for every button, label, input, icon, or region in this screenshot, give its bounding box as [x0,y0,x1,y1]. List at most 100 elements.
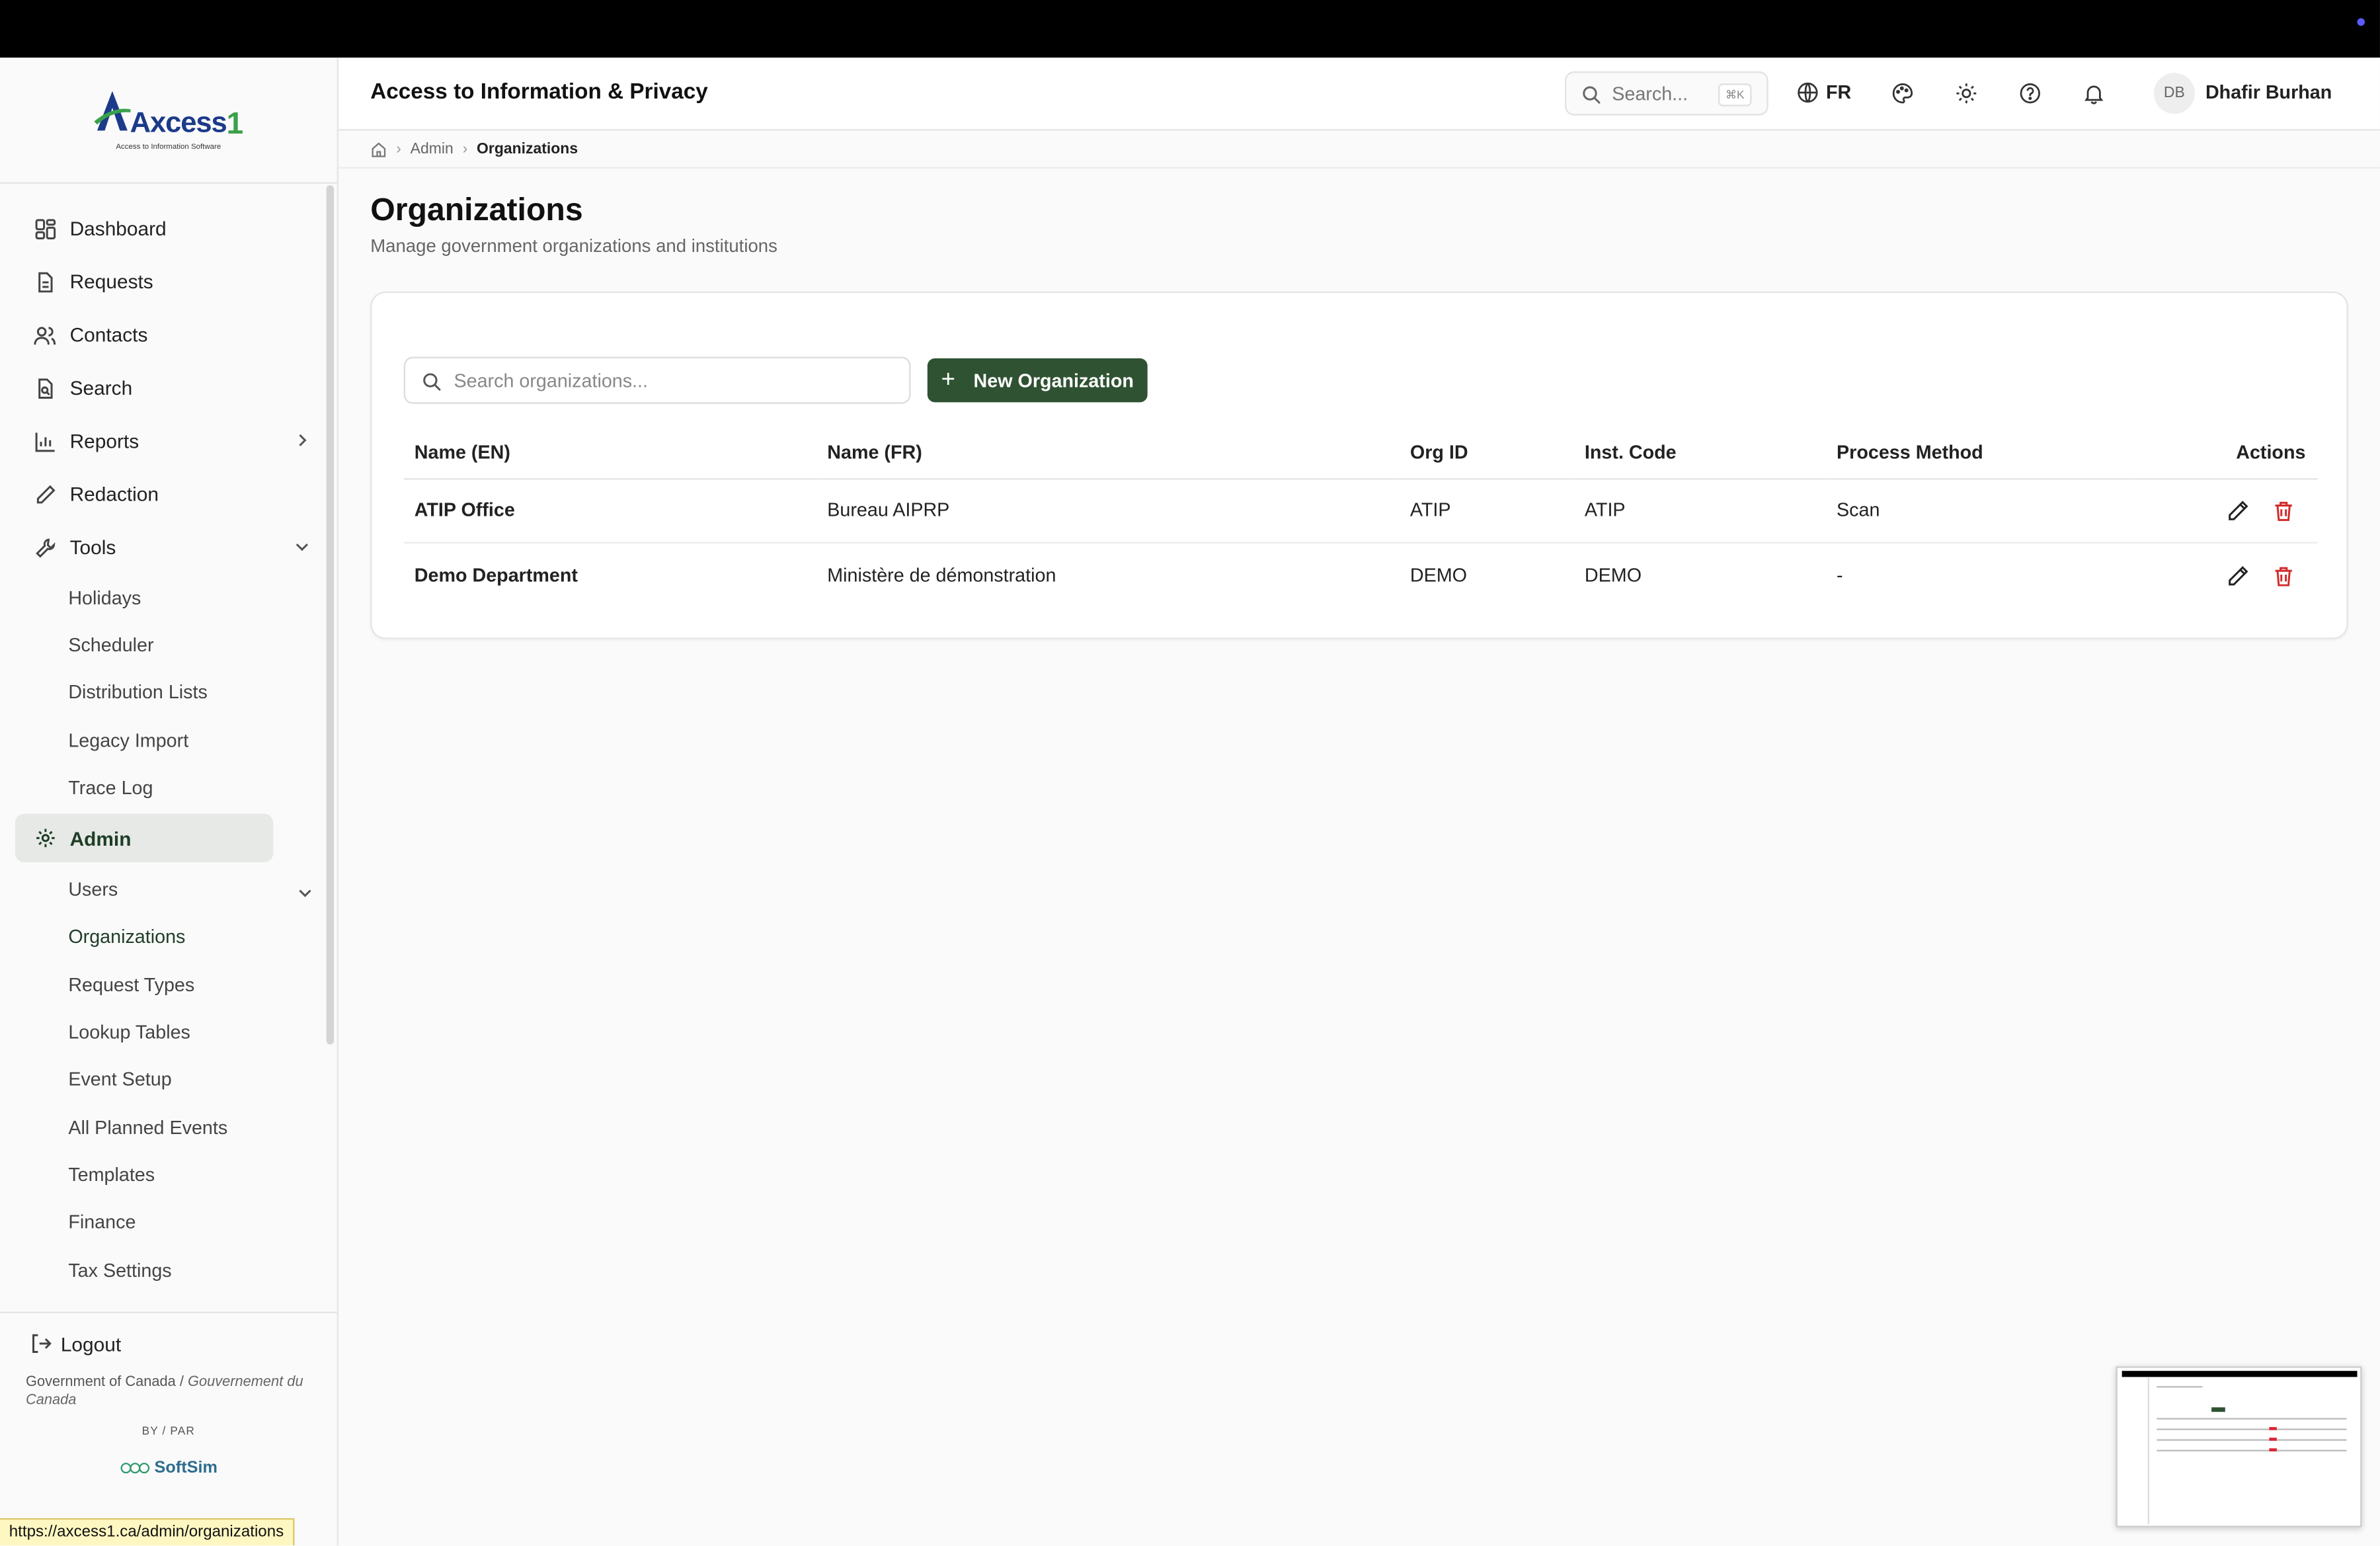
sidebar-nav: Dashboard Requests Contacts Search Repor… [0,202,327,1293]
table-row[interactable]: Demo Department Ministère de démonstrati… [404,543,2318,608]
logout-label: Logout [60,1332,122,1356]
page-title: Organizations [370,192,583,228]
sidebar-subitem-lookup-tables[interactable]: Lookup Tables [0,1008,327,1056]
column-header-process-method[interactable]: Process Method [1825,428,2130,479]
browser-top-bar [0,0,2380,58]
sidebar-subitem-scheduler[interactable]: Scheduler [0,622,327,669]
thumbnail-line [2157,1449,2347,1451]
sidebar-subitem-event-setup[interactable]: Event Setup [0,1056,327,1104]
logo-text: Axcess [130,108,227,140]
avatar[interactable]: DB [2153,73,2195,114]
sidebar-item-redaction[interactable]: Redaction [0,468,327,520]
pen-icon [34,483,56,505]
column-header-name-fr[interactable]: Name (FR) [816,428,1400,479]
cell-name-fr: Bureau AIPRP [816,478,1400,544]
sidebar-subitem-organizations[interactable]: Organizations [0,914,327,961]
cell-inst-code: ATIP [1573,478,1826,544]
edit-pencil-icon[interactable] [2227,564,2249,587]
thumbnail-mark [2269,1427,2277,1430]
thumbnail-topbar [2122,1371,2358,1377]
sidebar-item-requests[interactable]: Requests [0,255,327,308]
help-icon[interactable] [2016,79,2043,106]
new-organization-button[interactable]: + New Organization [927,358,1148,403]
sidebar-scrollbar[interactable] [326,185,335,1045]
sidebar-item-search[interactable]: Search [0,361,327,414]
sidebar-subitem-trace-log[interactable]: Trace Log [0,764,327,811]
indicator-dot [2357,18,2365,26]
organization-search-input[interactable]: Search organizations... [403,356,911,404]
sidebar-item-label: Requests [69,270,153,294]
gov-en: Government of Canada [26,1373,176,1391]
delete-trash-icon[interactable] [2272,564,2295,587]
app-logo[interactable]: Axcess 1 Access to Information Software [93,88,244,152]
sidebar: Axcess 1 Access to Information Software D… [0,58,338,1546]
cell-process-method: - [1837,565,1843,587]
thumbnail-mark [2269,1438,2277,1441]
sidebar-item-label: Admin [69,827,132,850]
breadcrumb-current: Organizations [477,141,578,158]
thumbnail-line [2157,1428,2347,1430]
edit-pencil-icon[interactable] [2227,499,2249,522]
logo-area[interactable]: Axcess 1 Access to Information Software [0,58,337,184]
cell-actions [2129,543,2318,608]
sidebar-subitem-templates[interactable]: Templates [0,1151,327,1199]
thumbnail-mark [2269,1448,2277,1451]
logo-subtitle: Access to Information Software [116,142,221,152]
cell-actions [2129,478,2318,544]
globe-icon [1797,82,1818,103]
logo-number: 1 [226,108,244,142]
language-toggle[interactable]: FR [1797,82,1851,103]
column-header-actions: Actions [2129,428,2318,479]
sidebar-subitem-tax-settings[interactable]: Tax Settings [0,1246,327,1294]
palette-icon[interactable] [1888,79,1915,106]
gov-separator: / [175,1373,188,1391]
document-icon [34,270,56,293]
bell-icon[interactable] [2079,79,2106,106]
logout-button[interactable]: Logout [0,1313,337,1374]
page-subtitle: Manage government organizations and inst… [370,235,777,257]
sidebar-subitem-request-types[interactable]: Request Types [0,961,327,1008]
sidebar-item-dashboard[interactable]: Dashboard [0,202,327,255]
sidebar-subitem-holidays[interactable]: Holidays [0,574,327,622]
cell-name-en: ATIP Office [403,478,817,544]
table-row[interactable]: ATIP Office Bureau AIPRP ATIP ATIP Scan [403,478,2318,544]
home-icon[interactable] [370,142,387,158]
users-icon [34,323,56,346]
chevron-down-icon[interactable] [293,538,311,556]
chevron-right-icon[interactable] [293,431,311,450]
sidebar-subitem-finance[interactable]: Finance [0,1199,327,1246]
global-search-input[interactable]: Search... ⌘K [1565,71,1768,116]
sidebar-subitem-users[interactable]: Users [0,866,327,914]
grid-icon [34,217,56,239]
sidebar-item-tools[interactable]: Tools [0,520,327,573]
screenshot-thumbnail[interactable] [2116,1366,2362,1527]
search-icon [422,372,442,391]
logout-icon [30,1333,52,1354]
sidebar-item-admin[interactable]: Admin [15,814,274,864]
sidebar-item-contacts[interactable]: Contacts [0,308,327,361]
breadcrumb-admin[interactable]: Admin [411,142,454,158]
column-header-inst-code[interactable]: Inst. Code [1573,428,1826,479]
language-label: FR [1825,81,1852,104]
chevron-down-icon[interactable] [296,882,315,901]
sidebar-subitem-distribution-lists[interactable]: Distribution Lists [0,669,327,717]
bar-chart-icon [34,430,56,452]
top-header: Access to Information & Privacy Search..… [338,58,2380,131]
user-name[interactable]: Dhafir Burhan [2205,82,2332,103]
column-header-org-id[interactable]: Org ID [1399,428,1574,479]
sidebar-subitem-legacy-import[interactable]: Legacy Import [0,716,327,764]
sun-icon[interactable] [1952,79,1979,106]
wrench-icon [34,536,56,558]
sidebar-item-label: Contacts [69,323,148,346]
sidebar-item-reports[interactable]: Reports [0,415,327,468]
sidebar-item-label: Tools [69,536,116,559]
cell-inst-code: DEMO [1584,565,1642,587]
column-header-name-en[interactable]: Name (EN) [403,428,817,479]
app-title: Access to Information & Privacy [370,80,708,105]
sidebar-subitem-all-planned-events[interactable]: All Planned Events [0,1104,327,1151]
delete-trash-icon[interactable] [2272,499,2295,522]
thumbnail-sidebar [2122,1377,2149,1525]
logo-mark [93,88,130,141]
softsim-logo[interactable]: SoftSim [0,1459,337,1477]
government-credit: Government of Canada / Gouvernement du C… [0,1374,337,1410]
